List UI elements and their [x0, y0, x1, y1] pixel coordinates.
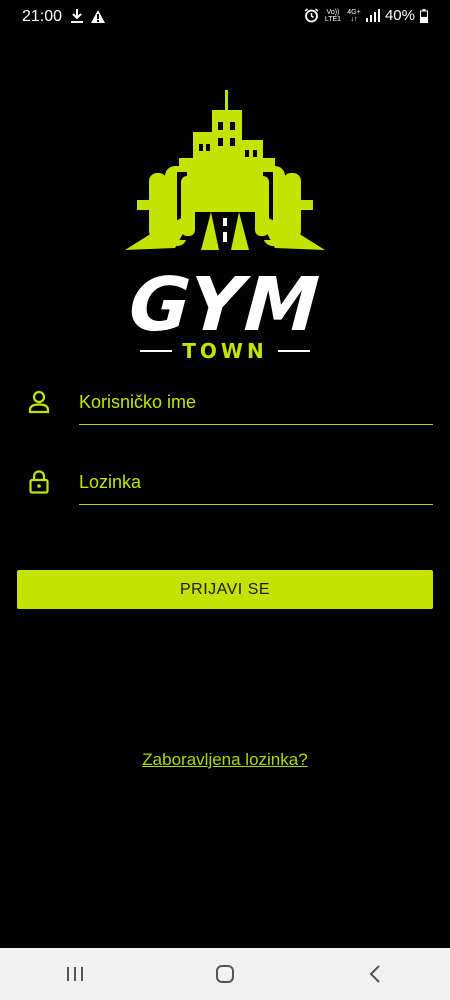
login-screen: 21:00 Vo)) LTE1 4G+ ↓↑ 40% GYM TOWN Kori… [0, 0, 450, 1000]
logo-word: GYM [126, 262, 324, 348]
forgot-password-link[interactable]: Zaboravljena lozinka? [0, 750, 450, 770]
logo-emblem [125, 90, 325, 250]
status-time: 21:00 [22, 8, 63, 25]
home-icon [216, 965, 234, 983]
status-right-icons: Vo)) LTE1 4G+ ↓↑ 40% [304, 7, 428, 24]
back-icon [369, 965, 380, 983]
recent-apps-button[interactable] [45, 954, 105, 994]
recent-apps-icon [67, 967, 83, 981]
system-nav-bar [0, 948, 450, 1000]
status-left-icons [70, 8, 106, 24]
volte-icon: Vo)) LTE1 [324, 8, 342, 23]
4g-icon: 4G+ ↓↑ [347, 8, 361, 23]
gym-town-logo: GYM TOWN [115, 88, 335, 363]
home-button[interactable] [195, 954, 255, 994]
alarm-icon [304, 8, 319, 23]
signal-icon [365, 9, 380, 22]
warning-icon [91, 9, 105, 23]
battery-icon [420, 8, 428, 23]
password-input[interactable] [79, 460, 433, 505]
logo-divider-right [277, 350, 310, 352]
login-button[interactable]: PRIJAVI SE [17, 570, 433, 609]
download-icon [71, 9, 83, 23]
logo-divider-left [140, 350, 173, 352]
battery-percent: 40% [384, 7, 415, 24]
logo-subtitle-text: TOWN [182, 339, 268, 363]
person-icon [28, 390, 50, 414]
logo-subtitle: TOWN [115, 338, 335, 364]
username-input[interactable] [79, 380, 433, 425]
lock-icon [29, 470, 49, 494]
username-field [0, 380, 450, 440]
password-field [0, 460, 450, 520]
back-button[interactable] [345, 954, 405, 994]
status-bar: 21:00 Vo)) LTE1 4G+ ↓↑ 40% [0, 0, 450, 34]
